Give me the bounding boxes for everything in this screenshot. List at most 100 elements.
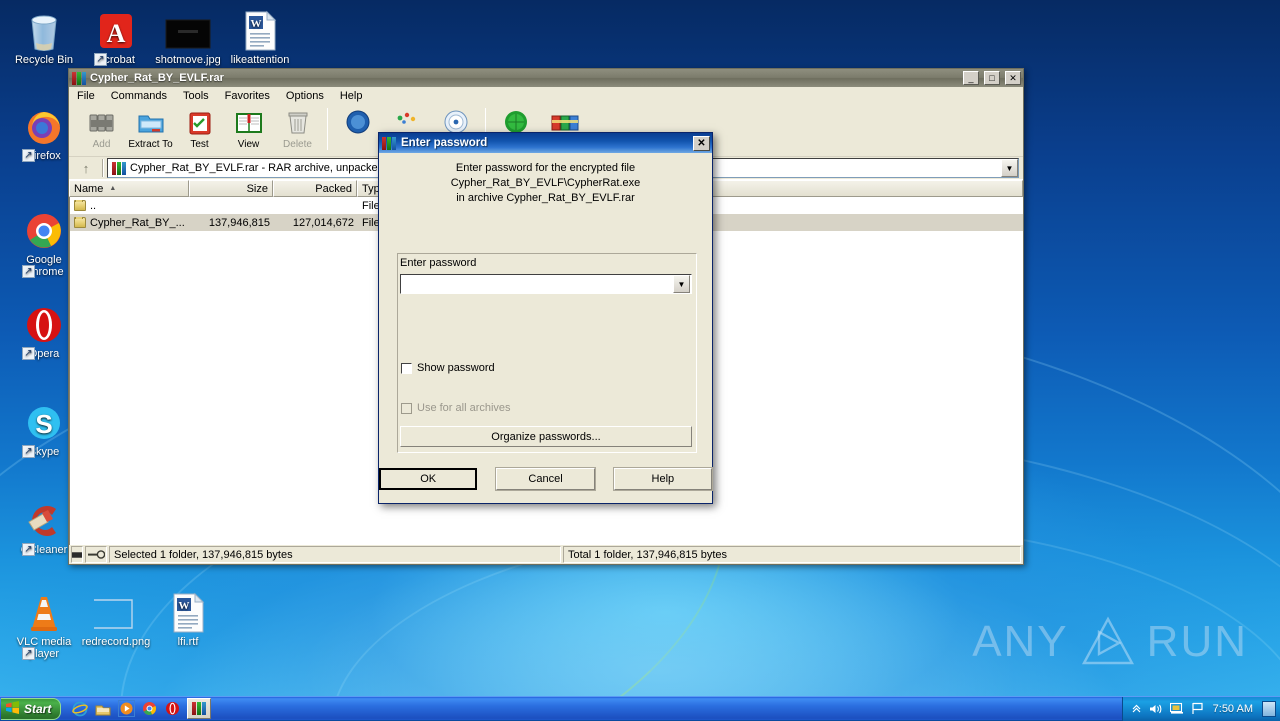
menu-item-options[interactable]: Options: [286, 90, 324, 102]
shortcut-arrow-icon: ↗: [22, 445, 35, 458]
winrar-title-text: Cypher_Rat_BY_EVLF.rar: [90, 72, 224, 84]
network-icon[interactable]: [1169, 702, 1184, 715]
maximize-button[interactable]: □: [984, 71, 1000, 85]
windows-media-player-icon[interactable]: [117, 700, 135, 718]
file-name-text: Cypher_Rat_BY_...: [90, 216, 185, 229]
winrar-app-icon: [382, 136, 396, 150]
cell-name: Cypher_Rat_BY_...: [70, 216, 190, 229]
folder-icon: [74, 199, 86, 211]
show-password-row[interactable]: Show password: [401, 362, 495, 374]
toolbar-label: Add: [92, 139, 111, 150]
quick-launch-bar[interactable]: [71, 700, 181, 718]
toolbar-label: Delete: [283, 139, 312, 150]
anyrun-watermark: ANY RUN: [972, 616, 1248, 668]
close-button[interactable]: ✕: [1005, 71, 1021, 85]
opera-icon[interactable]: [163, 700, 181, 718]
status-total-text: Total 1 folder, 137,946,815 bytes: [563, 546, 1021, 563]
desktop-icon-lfi-rtf[interactable]: W lfi.rtf: [152, 588, 224, 648]
winrar-app-icon: [192, 702, 207, 715]
add-archive-icon: [88, 108, 116, 138]
windows-logo-icon: [5, 700, 20, 718]
toolbar-extract-to-button[interactable]: Extract To: [126, 108, 175, 154]
watermark-text-left: ANY: [972, 617, 1069, 666]
dialog-button-row: OK Cancel Help: [379, 455, 714, 503]
status-key-icon: [85, 546, 107, 563]
dialog-close-button[interactable]: ✕: [693, 135, 710, 151]
show-hidden-icons-button[interactable]: [1131, 703, 1142, 714]
show-password-label: Show password: [417, 362, 495, 374]
desktop-icon-shotmove-jpg[interactable]: shotmove.jpg: [152, 6, 224, 66]
winrar-app-icon: [72, 71, 86, 85]
help-button[interactable]: Help: [612, 467, 714, 491]
show-desktop-icon[interactable]: [94, 700, 112, 718]
system-tray[interactable]: 7:50 AM: [1121, 696, 1280, 721]
menu-item-favorites[interactable]: Favorites: [225, 90, 270, 102]
ok-button[interactable]: OK: [379, 468, 478, 490]
password-combo[interactable]: ▼: [400, 274, 692, 294]
shortcut-arrow-icon: ↗: [22, 647, 35, 660]
image-thumbnail-icon: [80, 588, 152, 634]
go-up-button[interactable]: ↑: [73, 158, 99, 178]
column-header-size[interactable]: Size: [189, 180, 273, 197]
enter-password-dialog[interactable]: Enter password ✕ Enter password for the …: [378, 132, 714, 504]
toolbar-find-button[interactable]: [333, 108, 382, 154]
desktop-icon-label: VLC media player: [16, 636, 72, 660]
menu-item-file[interactable]: File: [77, 90, 95, 102]
column-header-packed[interactable]: Packed: [273, 180, 357, 197]
message-line-3: in archive Cypher_Rat_BY_EVLF.rar: [456, 192, 635, 204]
minimize-button[interactable]: _: [963, 71, 979, 85]
menu-item-help[interactable]: Help: [340, 90, 363, 102]
show-desktop-button[interactable]: [1262, 700, 1276, 717]
show-password-checkbox[interactable]: [401, 362, 412, 374]
desktop-icon-acrobat[interactable]: A ↗ Acrobat: [80, 6, 152, 66]
use-for-all-archives-checkbox: [401, 402, 412, 414]
winrar-title-bar[interactable]: Cypher_Rat_BY_EVLF.rar _ □ ✕: [69, 69, 1023, 87]
chevron-down-icon[interactable]: ▼: [673, 275, 690, 293]
toolbar-label: Extract To: [128, 139, 173, 150]
shortcut-arrow-icon: ↗: [22, 265, 35, 278]
toolbar-test-button[interactable]: Test: [175, 108, 224, 154]
file-name-text: ..: [90, 199, 97, 212]
desktop-icon-likeattention[interactable]: W likeattention: [224, 6, 296, 66]
action-center-flag-icon[interactable]: [1191, 702, 1204, 715]
winrar-status-bar: Selected 1 folder, 137,946,815 bytes Tot…: [69, 545, 1023, 564]
volume-icon[interactable]: [1149, 703, 1163, 715]
acrobat-icon: A ↗: [80, 6, 152, 66]
password-input[interactable]: [401, 275, 673, 293]
start-button[interactable]: Start: [1, 697, 62, 720]
word-document-icon: W: [152, 588, 224, 634]
svg-text:W: W: [251, 18, 262, 30]
watermark-text-right: RUN: [1146, 617, 1248, 666]
chevron-down-icon[interactable]: ▼: [1001, 159, 1018, 177]
google-chrome-icon[interactable]: [140, 700, 158, 718]
menu-item-commands[interactable]: Commands: [111, 90, 167, 102]
toolbar-delete-button[interactable]: Delete: [273, 108, 322, 154]
taskbar-item-winrar[interactable]: [187, 698, 212, 719]
desktop-icon-label: Acrobat: [97, 54, 135, 66]
desktop-icon-recycle-bin[interactable]: Recycle Bin: [8, 6, 80, 66]
taskbar-clock[interactable]: 7:50 AM: [1211, 703, 1255, 715]
delete-trash-icon: [286, 108, 310, 138]
column-label: Name: [74, 182, 104, 195]
enter-password-label: Enter password: [400, 257, 477, 269]
cancel-button[interactable]: Cancel: [495, 467, 596, 491]
column-header-name[interactable]: Name ▲: [69, 180, 189, 197]
desktop-icon-redrecord-png[interactable]: redrecord.png: [80, 588, 152, 648]
find-magnifier-icon: [344, 108, 372, 138]
desktop-icon-label: Recycle Bin: [14, 54, 74, 66]
toolbar-view-button[interactable]: View: [224, 108, 273, 154]
organize-passwords-button[interactable]: Organize passwords...: [400, 426, 692, 447]
menu-item-tools[interactable]: Tools: [183, 90, 209, 102]
internet-explorer-icon[interactable]: [71, 700, 89, 718]
use-for-all-archives-row: Use for all archives: [401, 402, 511, 414]
dialog-title-bar[interactable]: Enter password ✕: [379, 133, 712, 153]
winrar-menu-bar[interactable]: File Commands Tools Favorites Options He…: [69, 87, 1023, 105]
dialog-message: Enter password for the encrypted file Cy…: [379, 153, 712, 212]
shortcut-arrow-icon: ↗: [22, 149, 35, 162]
desktop-icon-vlc-media-player[interactable]: ↗ VLC media player: [8, 588, 80, 660]
toolbar-add-button[interactable]: Add: [77, 108, 126, 154]
status-selected-text: Selected 1 folder, 137,946,815 bytes: [109, 546, 561, 563]
cell-name: ..: [70, 199, 190, 212]
toolbar-label: View: [237, 139, 260, 150]
taskbar[interactable]: Start 7:50 AM: [0, 696, 1280, 721]
